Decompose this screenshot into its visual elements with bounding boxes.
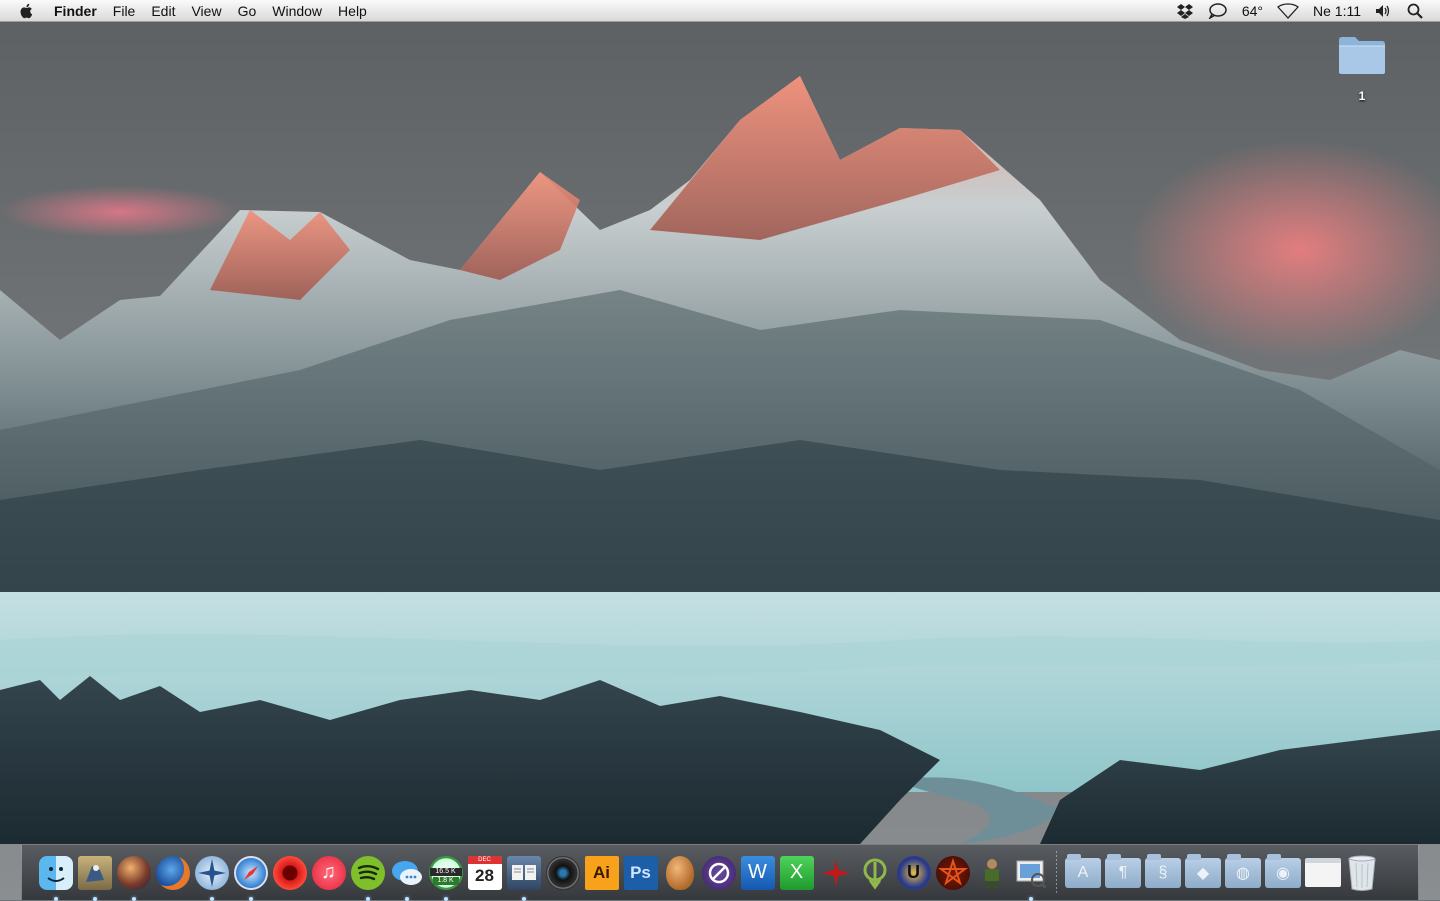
dock-spotify[interactable] [349,854,387,901]
illustrator-label: Ai [593,862,610,882]
dock-itunes[interactable]: ♫ [310,854,348,892]
photoshop-icon: Ps [623,855,658,890]
folder-icon [1339,37,1385,74]
volume-status[interactable] [1368,4,1400,18]
chat-bubble-icon [1208,2,1227,19]
quake-icon [858,856,892,890]
dropbox-stack-icon[interactable]: ◆ [1185,853,1221,888]
dock-messages[interactable] [388,854,426,901]
dock-photoshop[interactable]: Ps [622,854,660,892]
documents-stack-icon[interactable]: ¶ [1105,853,1141,888]
dock-egg[interactable] [661,854,699,892]
desktop-folder[interactable]: 1 [1332,34,1392,103]
menu-go[interactable]: Go [230,0,265,22]
camera-icon [545,855,580,890]
safari-icon [233,855,268,890]
desktop-folder-label: 1 [1358,89,1366,103]
dock-preview[interactable] [1012,854,1050,901]
photoshop-label: Ps [630,862,651,882]
unreal-icon: U [896,855,931,890]
dock-disabled-app[interactable] [700,854,738,892]
finder-icon [38,855,73,890]
utorrent-down-rate: 16.5 K [429,867,462,876]
dropbox-status[interactable] [1169,3,1201,19]
dock-unreal[interactable]: U [895,854,933,892]
dock: ♫ 16.5 K 1.8 K DEC 28 Ai Ps W X U A ¶ § … [21,844,1419,901]
preview-icon [1014,856,1048,890]
spotify-icon [350,855,385,890]
trash-icon [1347,855,1376,891]
menu-edit[interactable]: Edit [143,0,183,22]
dock-excel[interactable]: X [778,854,816,892]
calendar-day: 28 [475,865,494,885]
disabled-icon [701,855,736,890]
opera-icon [272,855,307,890]
dock-illustrator[interactable]: Ai [583,854,621,892]
downloads-stack-icon[interactable]: ◉ [1265,853,1301,888]
web-stack-icon[interactable]: ◍ [1225,853,1261,888]
compass-icon [194,855,229,890]
word-icon: W [740,855,775,890]
book-icon [506,855,541,890]
dock-mail[interactable] [76,854,114,901]
dock-firefox-nightly[interactable] [115,854,153,901]
messages-status[interactable] [1201,2,1235,19]
dock-doom[interactable] [973,854,1011,892]
volume-icon [1376,4,1390,17]
calendar-month: DEC [467,855,502,864]
dock-finder[interactable] [37,854,75,901]
dock-compass[interactable] [193,854,231,901]
menu-bar: Finder File Edit View Go Window Help 64°… [0,0,1440,22]
menubar-clock[interactable]: Ne 1:11 [1306,0,1368,22]
weather-temperature[interactable]: 64° [1235,0,1270,22]
pentagram-icon [935,855,970,890]
menu-window[interactable]: Window [264,0,330,22]
dock-word[interactable]: W [739,854,777,892]
firefox-icon [155,855,190,890]
applications-stack-icon[interactable]: A [1065,853,1101,888]
menu-view[interactable]: View [183,0,229,22]
dock-quake[interactable] [856,854,894,892]
scripts-stack-icon[interactable]: § [1145,853,1181,888]
dock-pentagram[interactable] [934,854,972,892]
doom-icon [975,856,1009,890]
itunes-icon: ♫ [311,855,346,890]
window-icon [1304,858,1341,887]
apple-menu-icon[interactable] [18,2,36,20]
dropbox-icon [1176,3,1193,19]
excel-label: X [789,861,804,883]
game-red-icon [819,856,853,890]
illustrator-icon: Ai [584,855,619,890]
mail-eagle-icon [77,855,112,890]
dock-utorrent[interactable]: 16.5 K 1.8 K [427,854,465,901]
utorrent-up-rate: 1.8 K [432,876,459,885]
egg-icon [665,855,694,890]
search-icon [1407,3,1423,19]
dock-game-red[interactable] [817,854,855,892]
dock-separator [1056,850,1057,895]
desktop-wallpaper [0,0,1440,900]
wifi-status[interactable] [1270,2,1306,19]
dock-trash[interactable] [1343,854,1381,892]
dock-calendar[interactable]: DEC 28 [466,854,504,892]
dock-opera[interactable] [271,854,309,892]
word-label: W [748,861,767,883]
messages-icon [390,856,424,890]
menu-file[interactable]: File [105,0,144,22]
spotlight-status[interactable] [1400,3,1430,19]
dock-safari[interactable] [232,854,270,901]
menu-app-finder[interactable]: Finder [52,0,105,22]
dock-firefox[interactable] [154,854,192,892]
dock-minimized-window[interactable] [1304,854,1342,892]
excel-icon: X [779,855,814,890]
dock-book[interactable] [505,854,543,901]
menu-help[interactable]: Help [330,0,375,22]
utorrent-icon: 16.5 K 1.8 K [428,855,463,890]
calendar-icon: DEC 28 [467,855,502,890]
firefox-nightly-icon [116,855,151,890]
wifi-icon [1277,2,1299,19]
dock-camera[interactable] [544,854,582,892]
